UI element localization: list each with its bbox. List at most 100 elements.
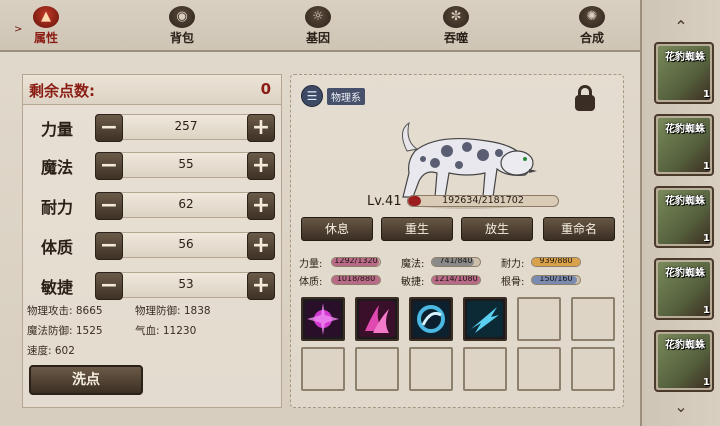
pet-list-item[interactable]: 花豹蜘蛛 1 (654, 114, 714, 176)
aptitude-label: 魔法: (401, 259, 425, 270)
pet-list-name: 花豹蜘蛛 (665, 268, 705, 279)
tab-label: 吞噬 (443, 31, 468, 45)
flame-icon: ▲ (33, 6, 59, 28)
empty-skill-slot[interactable] (301, 347, 345, 391)
aptitude-value: 1292/1320 (334, 257, 378, 265)
pet-list-item[interactable]: 花豹蜘蛛 1 (654, 258, 714, 320)
stat-name: 耐力 (41, 198, 74, 217)
stat-bar: − 55 + (95, 152, 275, 180)
aptitude-bar: 1018/880 (331, 275, 381, 285)
aptitude-bar: 150/160 (531, 275, 581, 285)
aptitude-bar: 939/880 (531, 257, 581, 267)
pet-list-level: 1 (703, 233, 710, 244)
exp-bar: 192634/2181702 (407, 195, 559, 207)
gene-icon: ☼ (305, 6, 331, 28)
empty-skill-slot[interactable] (409, 347, 453, 391)
pink-claw-skill-icon (359, 301, 395, 337)
stat-name: 力量 (41, 120, 74, 139)
empty-skill-slot[interactable] (517, 297, 561, 341)
empty-skill-slot[interactable] (355, 347, 399, 391)
tab-label: 背包 (169, 31, 194, 45)
lock-body (575, 95, 595, 111)
tab-combine[interactable]: ✺ 合成 (552, 6, 632, 50)
tab-attributes[interactable]: ▲ 属性 (6, 6, 86, 50)
aptitude-value: 741/840 (439, 257, 473, 265)
bag-icon: ◉ (169, 6, 195, 28)
increase-button[interactable]: + (247, 152, 275, 180)
pet-list-level: 1 (703, 305, 710, 316)
aptitude-label: 敏捷: (401, 277, 425, 288)
pet-list-name: 花豹蜘蛛 (665, 340, 705, 351)
pet-list-name: 花豹蜘蛛 (665, 196, 705, 207)
tab-label: 基因 (305, 31, 330, 45)
stat-bar: − 53 + (95, 272, 275, 300)
aptitude-value: 150/160 (539, 275, 573, 283)
pet-list-name: 花豹蜘蛛 (665, 52, 705, 63)
pet-type-badge: 物理系 (327, 88, 365, 105)
game-screen: > ▲ 属性 ◉ 背包 ☼ 基因 ✼ 吞噬 ✺ 合成 剩余点数: 0 力量 − … (0, 0, 720, 426)
attribute-panel: 剩余点数: 0 力量 − 257 + 魔法 − 55 + 耐力 − 62 + 体… (22, 74, 282, 408)
tab-bag[interactable]: ◉ 背包 (142, 6, 222, 50)
pet-list-level: 1 (703, 161, 710, 172)
pet-list-level: 1 (703, 89, 710, 100)
lock-icon[interactable] (573, 83, 597, 111)
rename-button[interactable]: 重命名 (543, 217, 615, 241)
aptitude-label: 体质: (299, 277, 323, 288)
blue-slash-skill-icon (467, 301, 503, 337)
stat-bar: − 56 + (95, 232, 275, 260)
rebirth-button[interactable]: 重生 (381, 217, 453, 241)
stat-row-strength: 力量 − 257 + (23, 111, 281, 143)
pet-list-item[interactable]: 花豹蜘蛛 1 (654, 42, 714, 104)
stat-bar: − 62 + (95, 192, 275, 220)
pet-list-level: 1 (703, 377, 710, 388)
derived-speed: 速度: 602 (27, 345, 75, 357)
remaining-points-label: 剩余点数: (29, 82, 95, 100)
tab-devour[interactable]: ✼ 吞噬 (416, 6, 496, 50)
increase-button[interactable]: + (247, 232, 275, 260)
remaining-points-value: 0 (260, 80, 271, 98)
aptitude-bar: 1292/1320 (331, 257, 381, 267)
aptitude-bar: 741/840 (431, 257, 481, 267)
blue-swirl-skill-icon (413, 301, 449, 337)
rest-button[interactable]: 休息 (301, 217, 373, 241)
magenta-burst-skill-icon (305, 301, 341, 337)
increase-button[interactable]: + (247, 272, 275, 300)
devour-icon: ✼ (443, 6, 469, 28)
derived-magic-defense: 魔法防御: 1525 (27, 325, 103, 337)
skill-slot[interactable] (301, 297, 345, 341)
pet-info-panel: ☰ 物理系 Lv.41 192634/2181702 休息 重生 放生 重命名 … (290, 74, 624, 408)
aptitude-value: 1018/880 (336, 275, 376, 283)
stat-bar: − 257 + (95, 114, 275, 142)
scroll-down-arrow-icon[interactable]: ⌄ (669, 399, 693, 415)
tab-bar: > ▲ 属性 ◉ 背包 ☼ 基因 ✼ 吞噬 ✺ 合成 (0, 0, 640, 52)
tab-label: 属性 (33, 31, 58, 45)
empty-skill-slot[interactable] (463, 347, 507, 391)
stat-name: 体质 (41, 238, 74, 257)
derived-hp: 气血: 11230 (135, 325, 197, 337)
empty-skill-slot[interactable] (571, 347, 615, 391)
empty-skill-slot[interactable] (517, 347, 561, 391)
pet-level: Lv.41 (367, 194, 402, 209)
lock-shackle (578, 85, 592, 97)
empty-skill-slot[interactable] (571, 297, 615, 341)
release-button[interactable]: 放生 (461, 217, 533, 241)
stat-row-magic: 魔法 − 55 + (23, 149, 281, 181)
increase-button[interactable]: + (247, 192, 275, 220)
pet-list-item[interactable]: 花豹蜘蛛 1 (654, 186, 714, 248)
skill-slot[interactable] (355, 297, 399, 341)
aptitude-value: 1214/1080 (434, 275, 478, 283)
skill-slot[interactable] (409, 297, 453, 341)
derived-physical-attack: 物理攻击: 8665 (27, 305, 103, 317)
aptitude-bar: 1214/1080 (431, 275, 481, 285)
increase-button[interactable]: + (247, 114, 275, 142)
derived-physical-defense: 物理防御: 1838 (135, 305, 211, 317)
stat-row-constitution: 体质 − 56 + (23, 229, 281, 261)
exp-text: 192634/2181702 (442, 195, 524, 206)
tab-gene[interactable]: ☼ 基因 (278, 6, 358, 50)
reset-points-button[interactable]: 洗点 (29, 365, 143, 395)
list-icon[interactable]: ☰ (301, 85, 323, 107)
skill-slot[interactable] (463, 297, 507, 341)
scroll-up-arrow-icon[interactable]: ⌃ (669, 19, 693, 35)
pet-list-item[interactable]: 花豹蜘蛛 1 (654, 330, 714, 392)
aptitude-label: 力量: (299, 259, 323, 270)
